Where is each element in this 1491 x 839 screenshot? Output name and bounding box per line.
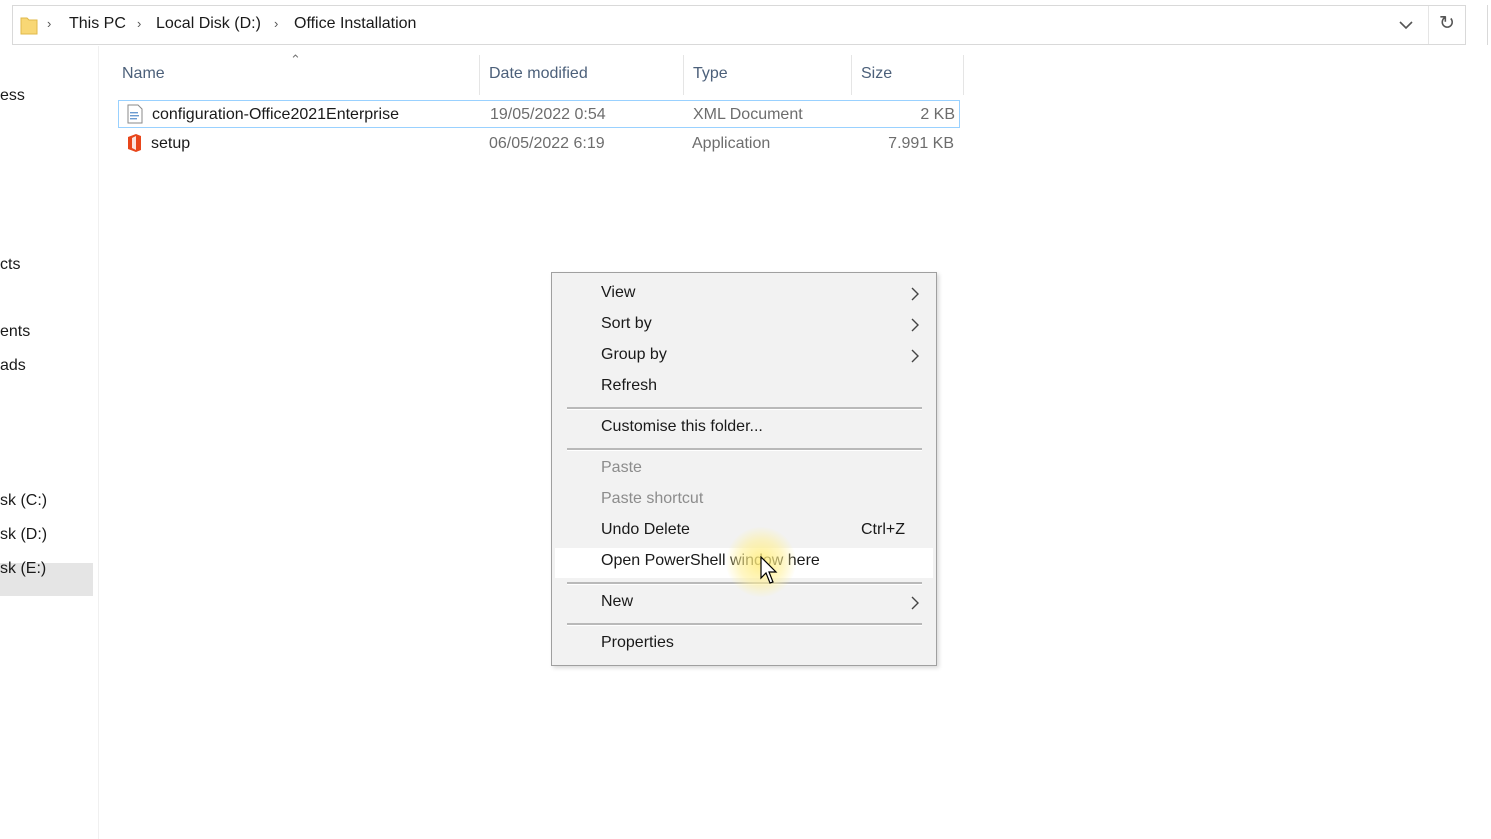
file-row[interactable]: setup 06/05/2022 6:19 Application 7.991 …	[118, 130, 960, 158]
office-app-icon	[128, 134, 141, 152]
menu-item-label: Refresh	[601, 377, 658, 394]
menu-item-label: Paste	[601, 459, 642, 476]
menu-item-label: New	[601, 593, 634, 610]
breadcrumb-separator-icon[interactable]: ›	[137, 16, 141, 31]
file-name[interactable]: setup	[151, 135, 190, 153]
file-type: Application	[692, 135, 771, 152]
chevron-right-icon	[911, 287, 919, 301]
search-box-edge[interactable]	[1487, 5, 1491, 45]
nav-item-disk-e[interactable]: sk (E:)	[0, 560, 46, 578]
menu-item-paste: Paste	[555, 455, 933, 485]
file-date: 06/05/2022 6:19	[489, 135, 605, 152]
column-divider[interactable]	[683, 55, 684, 95]
column-header-date-modified[interactable]: Date modified	[489, 65, 588, 83]
sort-ascending-icon: ⌃	[290, 52, 301, 67]
column-header-size[interactable]: Size	[861, 65, 892, 83]
breadcrumb-separator-icon[interactable]: ›	[47, 16, 51, 31]
refresh-icon[interactable]: ↻	[1439, 12, 1455, 35]
menu-item-label: Group by	[601, 346, 667, 363]
folder-icon	[20, 17, 38, 35]
menu-item-shortcut: Ctrl+Z	[861, 521, 905, 538]
menu-separator	[567, 623, 922, 626]
breadcrumb-local-disk-d[interactable]: Local Disk (D:)	[156, 15, 261, 33]
breadcrumb-this-pc[interactable]: This PC	[69, 15, 126, 33]
menu-separator	[567, 448, 922, 451]
menu-item-sort-by[interactable]: Sort by	[555, 311, 933, 341]
chevron-right-icon	[911, 596, 919, 610]
menu-item-group-by[interactable]: Group by	[555, 342, 933, 372]
chevron-right-icon	[911, 349, 919, 363]
file-size: 7.991 KB	[888, 135, 954, 152]
nav-item-disk-c[interactable]: sk (C:)	[0, 492, 47, 510]
file-row[interactable]: configuration-Office2021Enterprise 19/05…	[118, 100, 960, 128]
menu-item-label: Customise this folder...	[601, 418, 763, 435]
menu-item-new[interactable]: New	[555, 589, 933, 619]
chevron-right-icon	[911, 318, 919, 332]
menu-item-paste-shortcut: Paste shortcut	[555, 486, 933, 516]
file-date: 19/05/2022 0:54	[490, 106, 606, 123]
nav-item-objects[interactable]: cts	[0, 256, 20, 274]
column-divider[interactable]	[963, 55, 964, 95]
breadcrumb-separator-icon[interactable]: ›	[274, 16, 278, 31]
column-header-name[interactable]: Name	[122, 65, 165, 83]
column-divider[interactable]	[479, 55, 480, 95]
file-name[interactable]: configuration-Office2021Enterprise	[152, 106, 399, 124]
menu-item-label: Undo Delete	[601, 521, 690, 538]
address-bar[interactable]: › This PC › Local Disk (D:) › Office Ins…	[12, 5, 1466, 45]
menu-item-label: View	[601, 284, 636, 301]
xml-document-icon	[127, 104, 143, 124]
column-header-type[interactable]: Type	[693, 65, 728, 83]
menu-item-label: Properties	[601, 634, 674, 651]
nav-item-downloads[interactable]: ads	[0, 357, 26, 375]
menu-item-customise-folder[interactable]: Customise this folder...	[555, 414, 933, 444]
menu-separator	[567, 407, 922, 410]
navigation-pane: ess cts ents ads sk (C:) sk (D:) sk (E:)	[0, 46, 99, 839]
menu-item-view[interactable]: View	[555, 280, 933, 310]
column-divider[interactable]	[851, 55, 852, 95]
breadcrumb-office-installation[interactable]: Office Installation	[294, 15, 416, 33]
menu-item-label: Sort by	[601, 315, 652, 332]
context-menu: View Sort by Group by Refresh Customise …	[551, 272, 937, 666]
menu-item-properties[interactable]: Properties	[555, 630, 933, 660]
address-divider	[1428, 6, 1429, 44]
chevron-down-icon[interactable]	[1395, 14, 1417, 36]
nav-item-disk-d[interactable]: sk (D:)	[0, 526, 47, 544]
menu-item-label: Paste shortcut	[601, 490, 704, 507]
nav-item-documents[interactable]: ents	[0, 323, 30, 341]
nav-item-quick-access[interactable]: ess	[0, 87, 25, 105]
file-size: 2 KB	[920, 106, 955, 123]
file-type: XML Document	[693, 106, 803, 123]
menu-item-refresh[interactable]: Refresh	[555, 373, 933, 403]
mouse-pointer-icon	[760, 556, 778, 584]
